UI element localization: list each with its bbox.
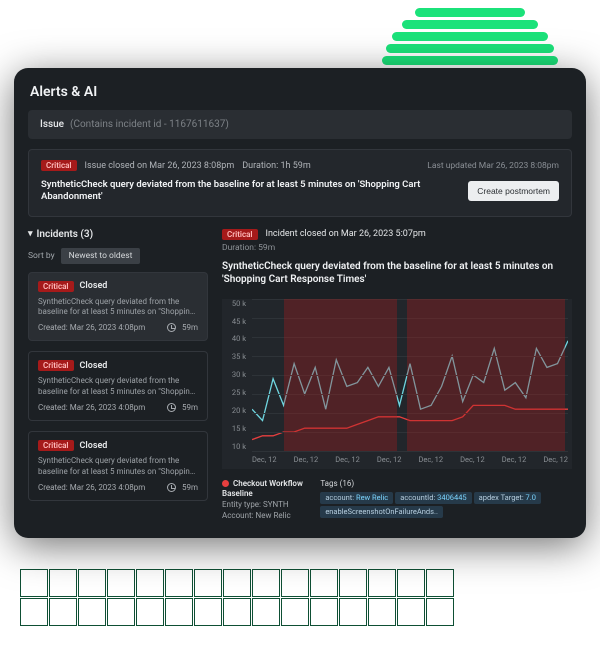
incident-chart: 50 k45 k40 k35 k30 k25 k20 k15 k10 k Dec… [222, 299, 572, 469]
incident-status: Closed [80, 441, 108, 451]
clock-icon [167, 403, 176, 412]
incidents-count-label: Incidents (3) [37, 229, 94, 240]
tag-list: account: Rew RelicaccountId: 3406445apde… [320, 491, 572, 519]
tag-pill[interactable]: apdex Target: 7.0 [474, 492, 541, 504]
incident-created: Created: Mar 26, 2023 4:08pm [38, 403, 145, 412]
legend-name: Checkout Workflow Baseline [222, 479, 303, 499]
tag-pill[interactable]: accountId: 3406445 [395, 492, 471, 504]
incident-desc: SyntheticCheck query deviated from the b… [38, 456, 198, 477]
tags-block: Tags (16) account: Rew RelicaccountId: 3… [320, 479, 572, 519]
issue-id: (Contains incident id - 1167611637) [70, 119, 229, 130]
detail-duration: Duration: 59m [222, 243, 572, 253]
issue-last-updated: Last updated Mar 26, 2023 8:08pm [427, 161, 559, 171]
issue-title: SyntheticCheck query deviated from the b… [41, 179, 458, 204]
issue-closed-text: Issue closed on Mar 26, 2023 8:08pm [85, 161, 235, 171]
severity-badge: Critical [41, 160, 77, 171]
tags-title: Tags (16) [320, 479, 572, 488]
incident-status: Closed [80, 281, 108, 291]
issue-label: Issue [40, 119, 64, 130]
legend-account: Account: New Relic [222, 511, 291, 520]
incident-card[interactable]: Critical Closed SyntheticCheck query devia… [28, 272, 208, 342]
chart-legend: Checkout Workflow Baseline Entity type: … [222, 479, 304, 522]
clock-icon [167, 483, 176, 492]
detail-title: SyntheticCheck query deviated from the b… [222, 260, 572, 287]
sort-by-label: Sort by [28, 251, 55, 261]
incident-created: Created: Mar 26, 2023 4:08pm [38, 483, 145, 492]
sort-dropdown[interactable]: Newest to oldest [61, 248, 141, 264]
incident-created: Created: Mar 26, 2023 4:08pm [38, 323, 145, 332]
incident-list: Critical Closed SyntheticCheck query devia… [28, 272, 208, 501]
issue-duration: Duration: 1h 59m [242, 161, 311, 171]
severity-badge: Critical [38, 281, 74, 292]
create-postmortem-button[interactable]: Create postmortem [468, 181, 559, 201]
detail-closed-text: Incident closed on Mar 26, 2023 5:07pm [266, 229, 426, 239]
detail-severity-badge: Critical [222, 229, 258, 240]
incident-desc: SyntheticCheck query deviated from the b… [38, 376, 198, 397]
chevron-down-icon: ▾ [28, 229, 33, 239]
tag-pill[interactable]: account: Rew Relic [320, 492, 393, 504]
incident-card[interactable]: Critical Closed SyntheticCheck query devia… [28, 351, 208, 421]
incident-desc: SyntheticCheck query deviated from the b… [38, 297, 198, 318]
deco-grid [20, 569, 460, 629]
clock-icon [167, 323, 176, 332]
issue-bar[interactable]: Issue (Contains incident id - 1167611637… [28, 110, 572, 139]
legend-swatch-icon [222, 480, 229, 487]
incident-status: Closed [80, 361, 108, 371]
severity-badge: Critical [38, 440, 74, 451]
incident-duration: 59m [182, 403, 198, 412]
incidents-toggle[interactable]: ▾ Incidents (3) [28, 229, 208, 240]
issue-summary-card: Critical Issue closed on Mar 26, 2023 8:… [28, 149, 572, 217]
incident-duration: 59m [182, 323, 198, 332]
incident-card[interactable]: Critical Closed SyntheticCheck query devia… [28, 431, 208, 501]
severity-badge: Critical [38, 360, 74, 371]
page-title: Alerts & AI [30, 84, 570, 100]
tag-pill[interactable]: enableScreenshotOnFailureAnds.. [320, 506, 443, 518]
incident-duration: 59m [182, 483, 198, 492]
main-window: Alerts & AI Issue (Contains incident id … [14, 68, 586, 538]
legend-entity: Entity type: SYNTH [222, 500, 289, 509]
